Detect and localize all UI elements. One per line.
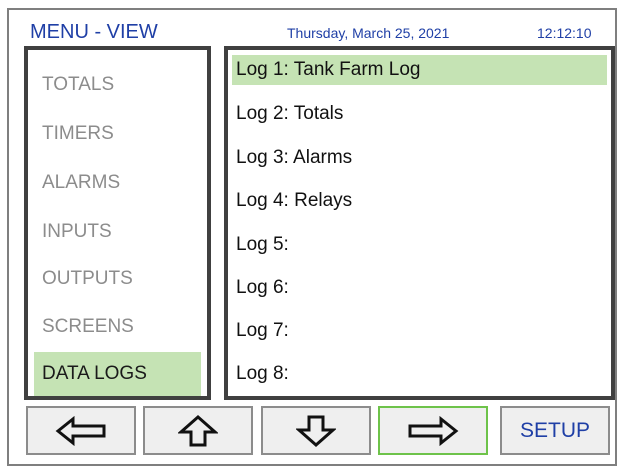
log-item-3[interactable]: Log 3: Alarms (232, 143, 607, 173)
up-button[interactable] (143, 406, 253, 455)
arrow-up-icon (178, 414, 218, 448)
log-item-2[interactable]: Log 2: Totals (232, 99, 607, 129)
log-item-6[interactable]: Log 6: (232, 273, 607, 303)
menu-item-outputs[interactable]: OUTPUTS (34, 257, 201, 301)
menu-item-timers[interactable]: TIMERS (34, 112, 201, 156)
log-list-panel: Log 1: Tank Farm Log Log 2: Totals Log 3… (224, 46, 615, 400)
log-item-5[interactable]: Log 5: (232, 230, 607, 260)
down-button[interactable] (261, 406, 371, 455)
time-display: 12:12:10 (537, 25, 592, 41)
menu-item-data-logs[interactable]: DATA LOGS (34, 352, 201, 396)
setup-button[interactable]: SETUP (500, 406, 610, 455)
menu-item-screens[interactable]: SCREENS (34, 305, 201, 349)
setup-button-label: SETUP (519, 418, 590, 442)
menu-item-totals[interactable]: TOTALS (34, 63, 201, 107)
log-item-1[interactable]: Log 1: Tank Farm Log (232, 55, 607, 85)
menu-item-inputs[interactable]: INPUTS (34, 210, 201, 254)
log-item-7[interactable]: Log 7: (232, 316, 607, 346)
menu-item-alarms[interactable]: ALARMS (34, 161, 201, 205)
left-button[interactable] (26, 406, 136, 455)
log-item-4[interactable]: Log 4: Relays (232, 186, 607, 216)
menu-panel: TOTALS TIMERS ALARMS INPUTS OUTPUTS SCRE… (24, 46, 211, 400)
log-item-8[interactable]: Log 8: (232, 359, 607, 389)
arrow-down-icon (296, 414, 336, 448)
date-display: Thursday, March 25, 2021 (287, 25, 450, 41)
page-title: MENU - VIEW (30, 21, 158, 43)
arrow-left-icon (55, 415, 107, 446)
right-button[interactable] (378, 406, 488, 455)
arrow-right-icon (407, 415, 459, 446)
